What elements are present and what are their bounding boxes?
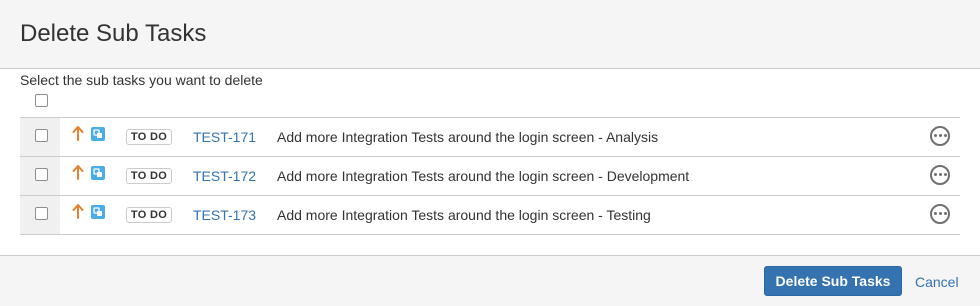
issue-summary: Add more Integration Tests around the lo… [277, 168, 690, 184]
row-checkbox[interactable] [35, 168, 48, 181]
dialog-footer: Delete Sub Tasks Cancel [0, 255, 980, 306]
dialog-header: Delete Sub Tasks [0, 0, 980, 69]
table-row: TO DO TEST-171 Add more Integration Test… [20, 118, 960, 157]
issue-summary: Add more Integration Tests around the lo… [277, 207, 651, 223]
issue-summary: Add more Integration Tests around the lo… [277, 129, 659, 145]
dialog-title: Delete Sub Tasks [20, 20, 207, 47]
status-badge: TO DO [126, 168, 172, 184]
issue-key-link[interactable]: TEST-172 [193, 167, 256, 185]
row-checkbox[interactable] [35, 129, 48, 142]
delete-subtasks-dialog: Delete Sub Tasks Select the sub tasks yo… [0, 0, 980, 306]
row-checkbox-cell [20, 118, 60, 156]
row-checkbox-cell [20, 196, 60, 234]
subtask-icon [91, 205, 105, 219]
status-badge: TO DO [126, 129, 172, 145]
issue-key-link[interactable]: TEST-171 [193, 128, 256, 146]
more-actions-icon[interactable] [930, 204, 950, 224]
more-actions-icon[interactable] [930, 165, 950, 185]
row-checkbox[interactable] [35, 207, 48, 220]
arrow-up-icon [72, 126, 84, 141]
issue-key-link[interactable]: TEST-173 [193, 206, 256, 224]
status-badge: TO DO [126, 207, 172, 223]
arrow-up-icon [72, 204, 84, 219]
more-actions-icon[interactable] [930, 126, 950, 146]
dialog-body: Select the sub tasks you want to delete … [0, 70, 980, 255]
arrow-up-icon [72, 165, 84, 180]
delete-subtasks-button[interactable]: Delete Sub Tasks [764, 266, 902, 296]
select-all-checkbox[interactable] [35, 94, 48, 107]
table-row: TO DO TEST-172 Add more Integration Test… [20, 157, 960, 196]
subtask-icon [91, 127, 105, 141]
subtask-icon [91, 166, 105, 180]
instructions-text: Select the sub tasks you want to delete [20, 72, 263, 88]
table-row: TO DO TEST-173 Add more Integration Test… [20, 196, 960, 235]
subtask-table: TO DO TEST-171 Add more Integration Test… [20, 117, 960, 235]
cancel-link[interactable]: Cancel [915, 273, 959, 291]
row-checkbox-cell [20, 157, 60, 195]
